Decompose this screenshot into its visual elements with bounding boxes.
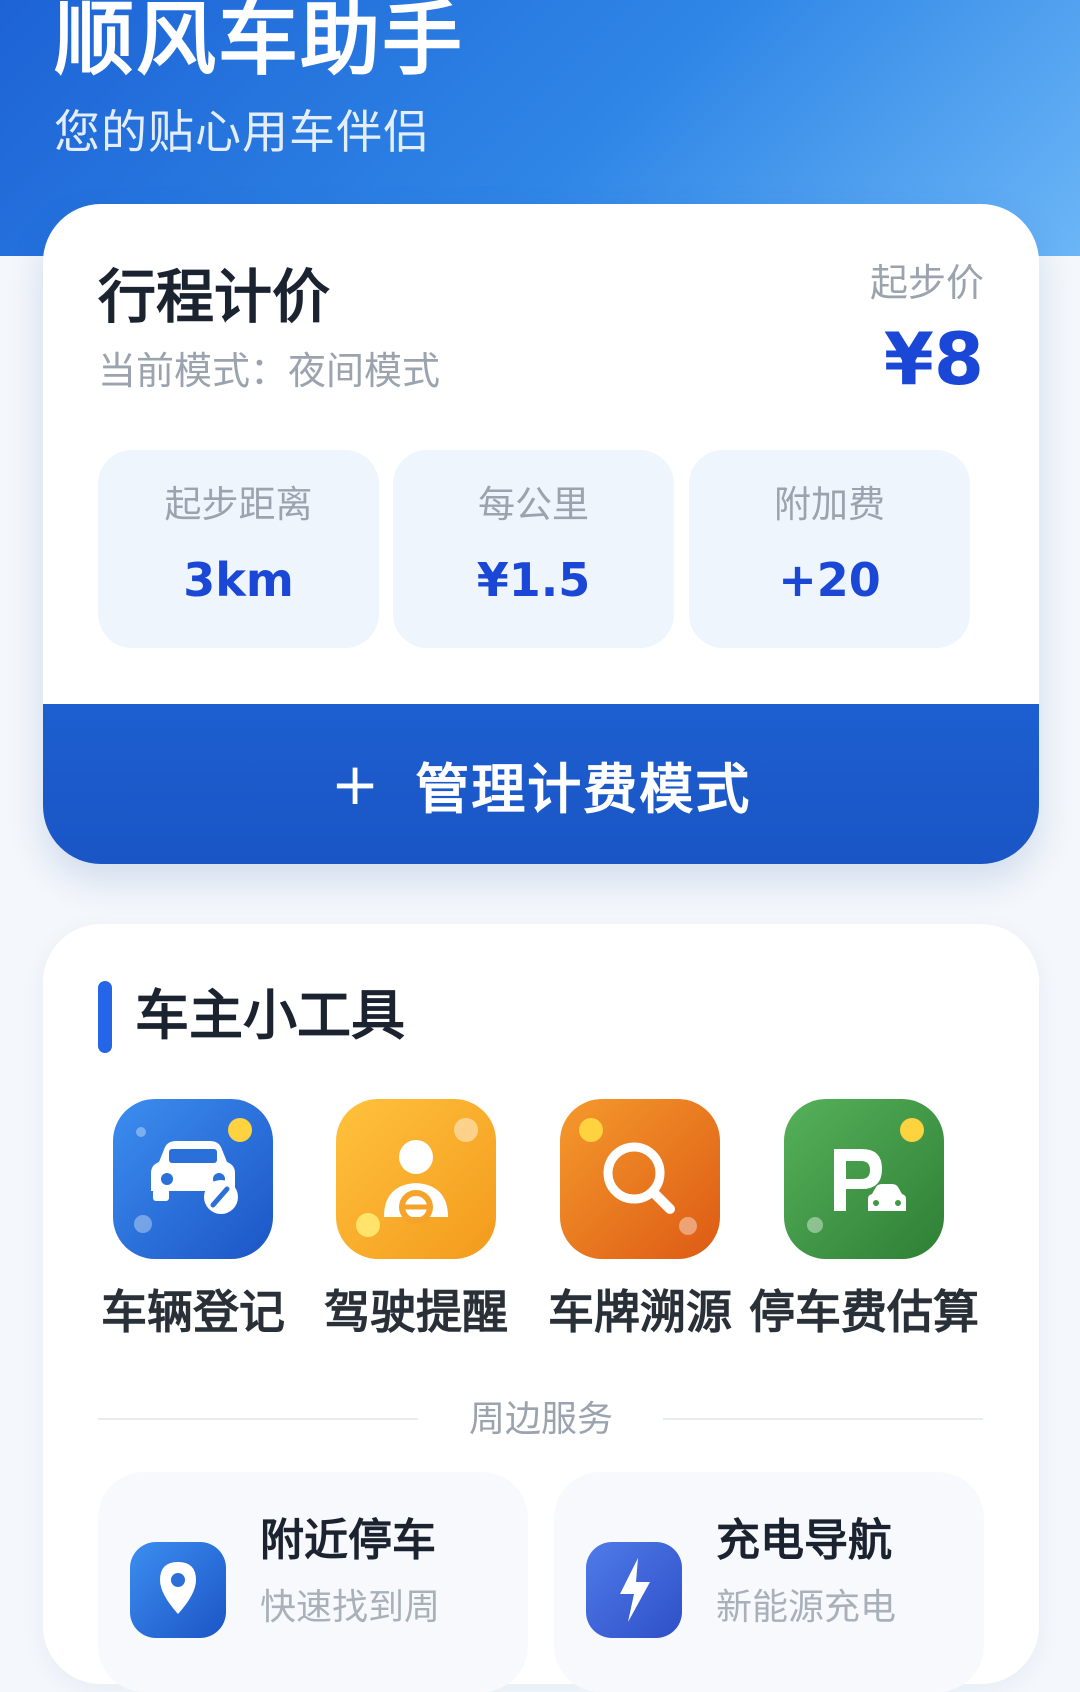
pricing-stats: 起步距离 3km 每公里 ¥1.5 附加费 +20 [98, 450, 984, 648]
service-desc: 新能源充电 [716, 1587, 897, 1628]
trip-pricing-card: 行程计价 当前模式：夜间模式 起步价 ¥8 起步距离 3km 每公里 ¥1.5 … [43, 204, 1039, 864]
stat-per-km: 每公里 ¥1.5 [393, 450, 674, 648]
parking-icon [784, 1099, 944, 1259]
tool-label: 停车费估算 [749, 1285, 979, 1339]
manage-button-label: 管理计费模式 [415, 757, 752, 821]
tool-driving-reminder[interactable]: 驾驶提醒 [301, 1099, 531, 1339]
start-price-value: ¥8 [883, 317, 984, 401]
app-subtitle: 您的贴心用车伴侣 [54, 105, 430, 159]
stat-value: +20 [778, 553, 881, 607]
plus-icon: + [330, 750, 382, 818]
section-accent-bar [98, 981, 112, 1053]
stat-label: 每公里 [478, 483, 589, 526]
app-title: 顺风车助手 [54, 0, 464, 86]
tools-title: 车主小工具 [135, 984, 405, 1047]
start-price-label: 起步价 [869, 261, 984, 305]
service-title: 附近停车 [260, 1515, 436, 1566]
location-pin-icon [130, 1542, 226, 1638]
car-edit-icon [113, 1099, 273, 1259]
tool-vehicle-registration[interactable]: 车辆登记 [78, 1099, 308, 1339]
search-icon [560, 1099, 720, 1259]
stat-value: 3km [183, 553, 294, 607]
owner-tools-card: 车主小工具 车辆登记 驾驶提醒 车牌溯源 停车费估算 周边服务 附近停车 快速找… [43, 924, 1039, 1692]
service-charging-navigation[interactable]: 充电导航 新能源充电 [554, 1472, 984, 1692]
tool-parking-fee-estimate[interactable]: 停车费估算 [749, 1099, 979, 1339]
tool-plate-trace[interactable]: 车牌溯源 [525, 1099, 755, 1339]
stat-surcharge: 附加费 +20 [689, 450, 970, 648]
service-title: 充电导航 [716, 1515, 892, 1566]
driver-icon [336, 1099, 496, 1259]
nearby-services-divider: 周边服务 [468, 1399, 613, 1440]
stat-value: ¥1.5 [476, 553, 591, 607]
stat-start-distance: 起步距离 3km [98, 450, 379, 648]
stat-label: 起步距离 [164, 483, 313, 526]
pricing-title: 行程计价 [98, 263, 331, 331]
current-mode-text: 当前模式：夜间模式 [98, 349, 441, 393]
charging-bolt-icon [586, 1542, 682, 1638]
service-desc: 快速找到周 [260, 1587, 441, 1628]
service-nearby-parking[interactable]: 附近停车 快速找到周 [98, 1472, 528, 1692]
stat-label: 附加费 [774, 483, 885, 526]
manage-billing-mode-button[interactable]: + 管理计费模式 [43, 704, 1039, 864]
